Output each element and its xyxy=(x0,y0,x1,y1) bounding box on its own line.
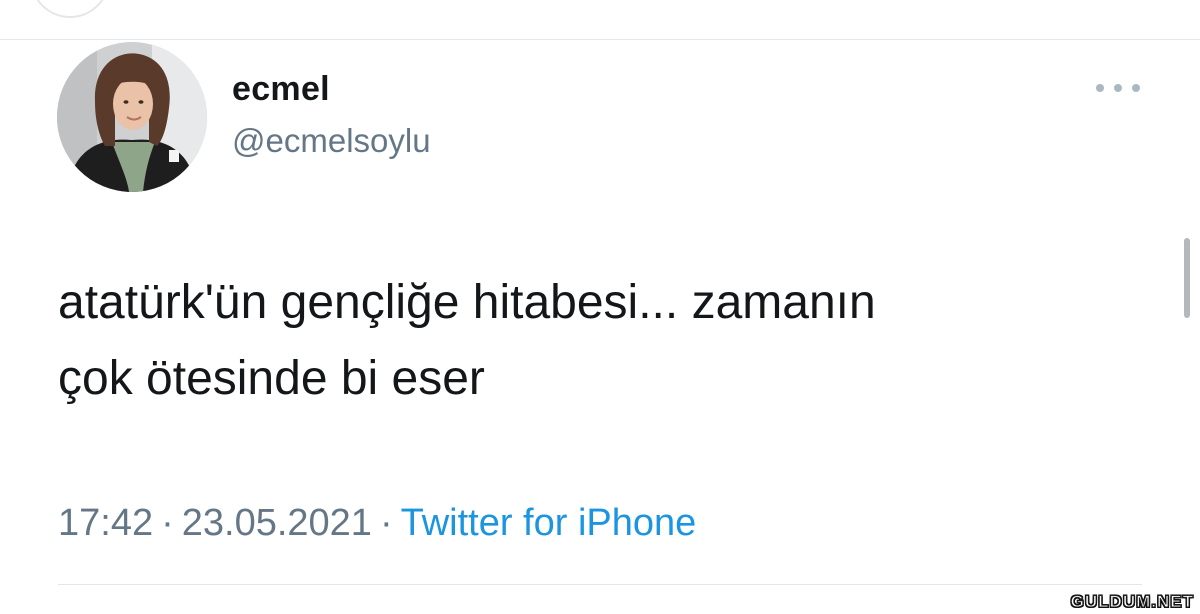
tweet-meta: 17:42 · 23.05.2021 · Twitter for iPhone xyxy=(58,502,696,545)
display-name[interactable]: ecmel xyxy=(232,70,330,109)
tweet-text: atatürk'ün gençliğe hitabesi... zamanın … xyxy=(58,276,876,405)
watermark-logo: GULDUM.NET xyxy=(1070,592,1194,612)
separator: · xyxy=(379,502,393,544)
more-horizontal-icon[interactable] xyxy=(1096,78,1140,98)
header-divider xyxy=(0,39,1200,40)
dot xyxy=(1114,84,1122,92)
tweet-time[interactable]: 17:42 xyxy=(58,502,153,544)
dot xyxy=(1132,84,1140,92)
back-button[interactable] xyxy=(30,0,110,18)
avatar[interactable] xyxy=(57,42,207,192)
footer-divider xyxy=(58,584,1142,585)
user-handle[interactable]: @ecmelsoylu xyxy=(232,122,431,160)
tweet-source-link[interactable]: Twitter for iPhone xyxy=(401,502,697,544)
dot xyxy=(1096,84,1104,92)
scrollbar[interactable] xyxy=(1184,238,1190,318)
separator: · xyxy=(161,502,174,544)
tweet-date[interactable]: 23.05.2021 xyxy=(182,502,372,544)
tweet-page: ecmel @ecmelsoylu atatürk'ün gençliğe hi… xyxy=(0,0,1200,614)
avatar-photo xyxy=(57,42,207,192)
